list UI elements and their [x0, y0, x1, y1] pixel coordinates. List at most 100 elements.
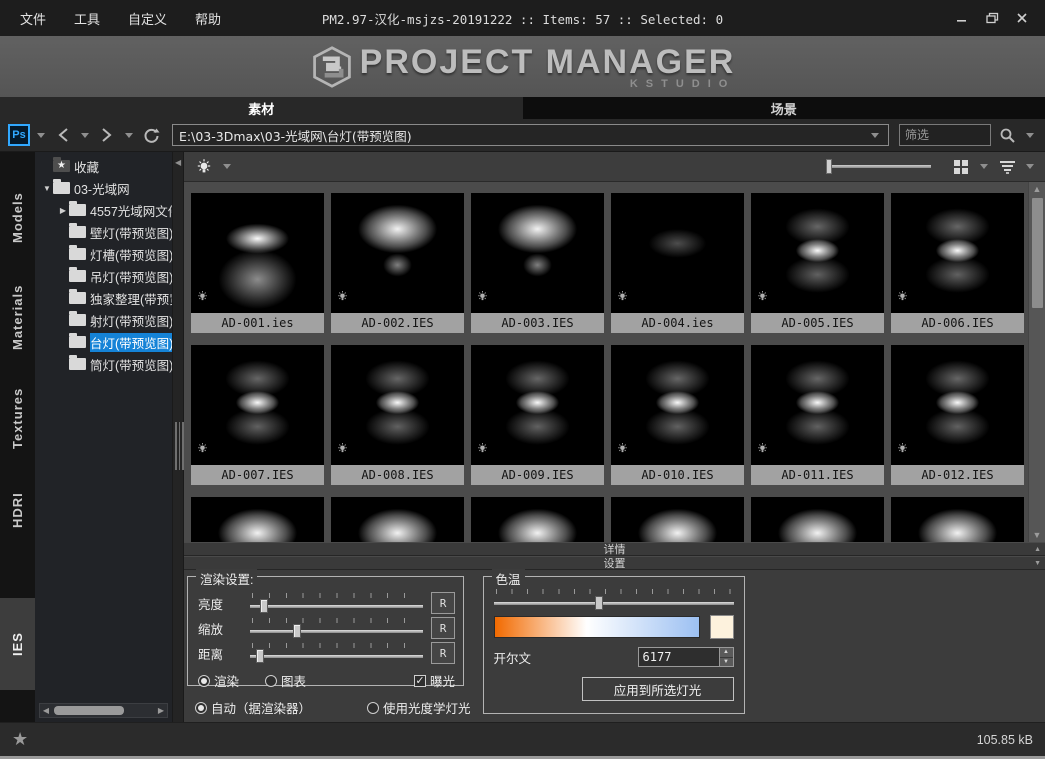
slider-thumb[interactable] [595, 596, 603, 610]
tree-content-splitter[interactable]: ◀ [172, 152, 184, 722]
asset-tile[interactable] [471, 497, 604, 542]
temperature-gradient-bar[interactable] [494, 616, 700, 638]
menu-item-2[interactable]: 自定义 [116, 5, 179, 32]
tree-item[interactable]: ▶4557光域网文件 [35, 199, 172, 221]
filter-input[interactable] [899, 124, 991, 146]
tab-assets[interactable]: 素材 [0, 97, 523, 119]
scroll-up-icon[interactable]: ▲ [1033, 182, 1042, 196]
sidebar-tab-hdri[interactable]: HDRI [0, 466, 35, 554]
sort-list-icon[interactable] [995, 155, 1019, 179]
kelvin-value[interactable]: 6177 [639, 648, 719, 666]
tree-expand-icon[interactable]: ▼ [41, 184, 53, 193]
render-radio[interactable] [198, 675, 210, 687]
tree-item[interactable]: 灯槽(带预览图) [35, 243, 172, 265]
scrollbar-thumb[interactable] [54, 706, 124, 715]
slider-thumb[interactable] [256, 649, 264, 663]
asset-tile[interactable]: AD-005.IES [751, 193, 884, 333]
sidebar-tab-ies[interactable]: IES [0, 598, 35, 690]
asset-tile[interactable]: AD-001.ies [191, 193, 324, 333]
tree-item[interactable]: 台灯(带预览图) [35, 331, 172, 353]
close-button[interactable] [1009, 7, 1035, 29]
chart-radio[interactable] [265, 675, 277, 687]
photoshop-dropdown-icon[interactable] [37, 133, 45, 138]
rollup-down-icon[interactable]: ▼ [1034, 560, 1041, 567]
sort-dropdown-icon[interactable] [1026, 164, 1034, 169]
path-combobox[interactable]: E:\03-3Dmax\03-光域网\台灯(带预览图) [172, 124, 889, 146]
asset-tile[interactable]: AD-010.IES [611, 345, 744, 485]
reset-button[interactable]: R [431, 617, 455, 639]
thumbnail-size-slider[interactable] [826, 165, 931, 168]
asset-tile[interactable]: AD-011.IES [751, 345, 884, 485]
slider-0[interactable] [250, 593, 423, 613]
scroll-left-icon[interactable]: ◀ [40, 706, 52, 715]
slider-thumb[interactable] [293, 624, 301, 638]
favorite-star-icon[interactable]: ★ [12, 729, 28, 750]
asset-tile[interactable] [751, 497, 884, 542]
back-button[interactable] [52, 123, 74, 147]
settings-rollup[interactable]: 设置 [184, 556, 1045, 570]
tree-item[interactable]: 筒灯(带预览图) [35, 353, 172, 375]
tab-scenes[interactable]: 场景 [523, 97, 1045, 119]
menu-item-1[interactable]: 工具 [62, 5, 112, 32]
photoshop-icon[interactable]: Ps [8, 124, 30, 146]
sidebar-tab-textures[interactable]: Textures [0, 370, 35, 466]
tree-item[interactable]: 吊灯(带预览图) [35, 265, 172, 287]
bulb-dropdown-icon[interactable] [223, 164, 231, 169]
reset-button[interactable]: R [431, 642, 455, 664]
asset-tile[interactable]: AD-012.IES [891, 345, 1024, 485]
tree-item[interactable]: 独家整理(带预览图) [35, 287, 172, 309]
spin-down-icon[interactable]: ▼ [720, 658, 733, 667]
kelvin-spinner[interactable]: 6177 ▲ ▼ [638, 647, 734, 667]
asset-tile[interactable] [331, 497, 464, 542]
splitter-grip[interactable] [175, 422, 184, 470]
refresh-button[interactable] [140, 123, 162, 147]
asset-tile[interactable]: AD-003.IES [471, 193, 604, 333]
search-dropdown-icon[interactable] [1026, 133, 1034, 138]
rollup-up-icon[interactable]: ▲ [1034, 546, 1041, 553]
sidebar-tab-materials[interactable]: Materials [0, 264, 35, 370]
grid-view-dropdown-icon[interactable] [980, 164, 988, 169]
color-temperature-slider[interactable] [494, 589, 734, 611]
asset-tile[interactable]: AD-002.IES [331, 193, 464, 333]
asset-tile[interactable]: AD-007.IES [191, 345, 324, 485]
reset-button[interactable]: R [431, 592, 455, 614]
path-dropdown-icon[interactable] [871, 133, 879, 138]
forward-dropdown-icon[interactable] [125, 133, 133, 138]
light-bulb-icon[interactable] [192, 155, 216, 179]
tree-expand-icon[interactable]: ▶ [57, 206, 69, 215]
tree-item[interactable]: ▼03-光域网 [35, 177, 172, 199]
sidebar-tab-models[interactable]: Models [0, 172, 35, 264]
photometric-radio[interactable] [367, 702, 379, 714]
asset-tile[interactable] [191, 497, 324, 542]
scrollbar-thumb[interactable] [1032, 198, 1043, 308]
forward-button[interactable] [96, 123, 118, 147]
search-icon[interactable] [995, 123, 1019, 147]
slider-2[interactable] [250, 643, 423, 663]
restore-button[interactable] [979, 7, 1005, 29]
details-rollup[interactable]: 详情 [184, 542, 1045, 556]
asset-tile[interactable]: AD-008.IES [331, 345, 464, 485]
scroll-down-icon[interactable]: ▼ [1033, 528, 1042, 542]
asset-tile[interactable]: AD-004.ies [611, 193, 744, 333]
collapse-panel-icon[interactable]: ◀ [175, 158, 181, 167]
asset-tile[interactable] [891, 497, 1024, 542]
tree-horizontal-scrollbar[interactable]: ◀ ▶ [39, 703, 168, 718]
minimize-button[interactable] [949, 7, 975, 29]
grid-view-icon[interactable] [949, 155, 973, 179]
menu-item-3[interactable]: 帮助 [183, 5, 233, 32]
asset-tile[interactable] [611, 497, 744, 542]
scroll-right-icon[interactable]: ▶ [155, 706, 167, 715]
tree-item[interactable]: 壁灯(带预览图) [35, 221, 172, 243]
slider-1[interactable] [250, 618, 423, 638]
tree-item[interactable]: 射灯(带预览图) [35, 309, 172, 331]
slider-thumb[interactable] [826, 159, 832, 174]
asset-tile[interactable]: AD-006.IES [891, 193, 1024, 333]
apply-to-lights-button[interactable]: 应用到所选灯光 [582, 677, 734, 701]
spin-up-icon[interactable]: ▲ [720, 648, 733, 658]
asset-tile[interactable]: AD-009.IES [471, 345, 604, 485]
slider-thumb[interactable] [260, 599, 268, 613]
grid-vertical-scrollbar[interactable]: ▲ ▼ [1028, 182, 1045, 542]
menu-item-0[interactable]: 文件 [8, 5, 58, 32]
exposure-checkbox[interactable]: ✓ [414, 675, 426, 687]
tree-item[interactable]: ★收藏 [35, 155, 172, 177]
